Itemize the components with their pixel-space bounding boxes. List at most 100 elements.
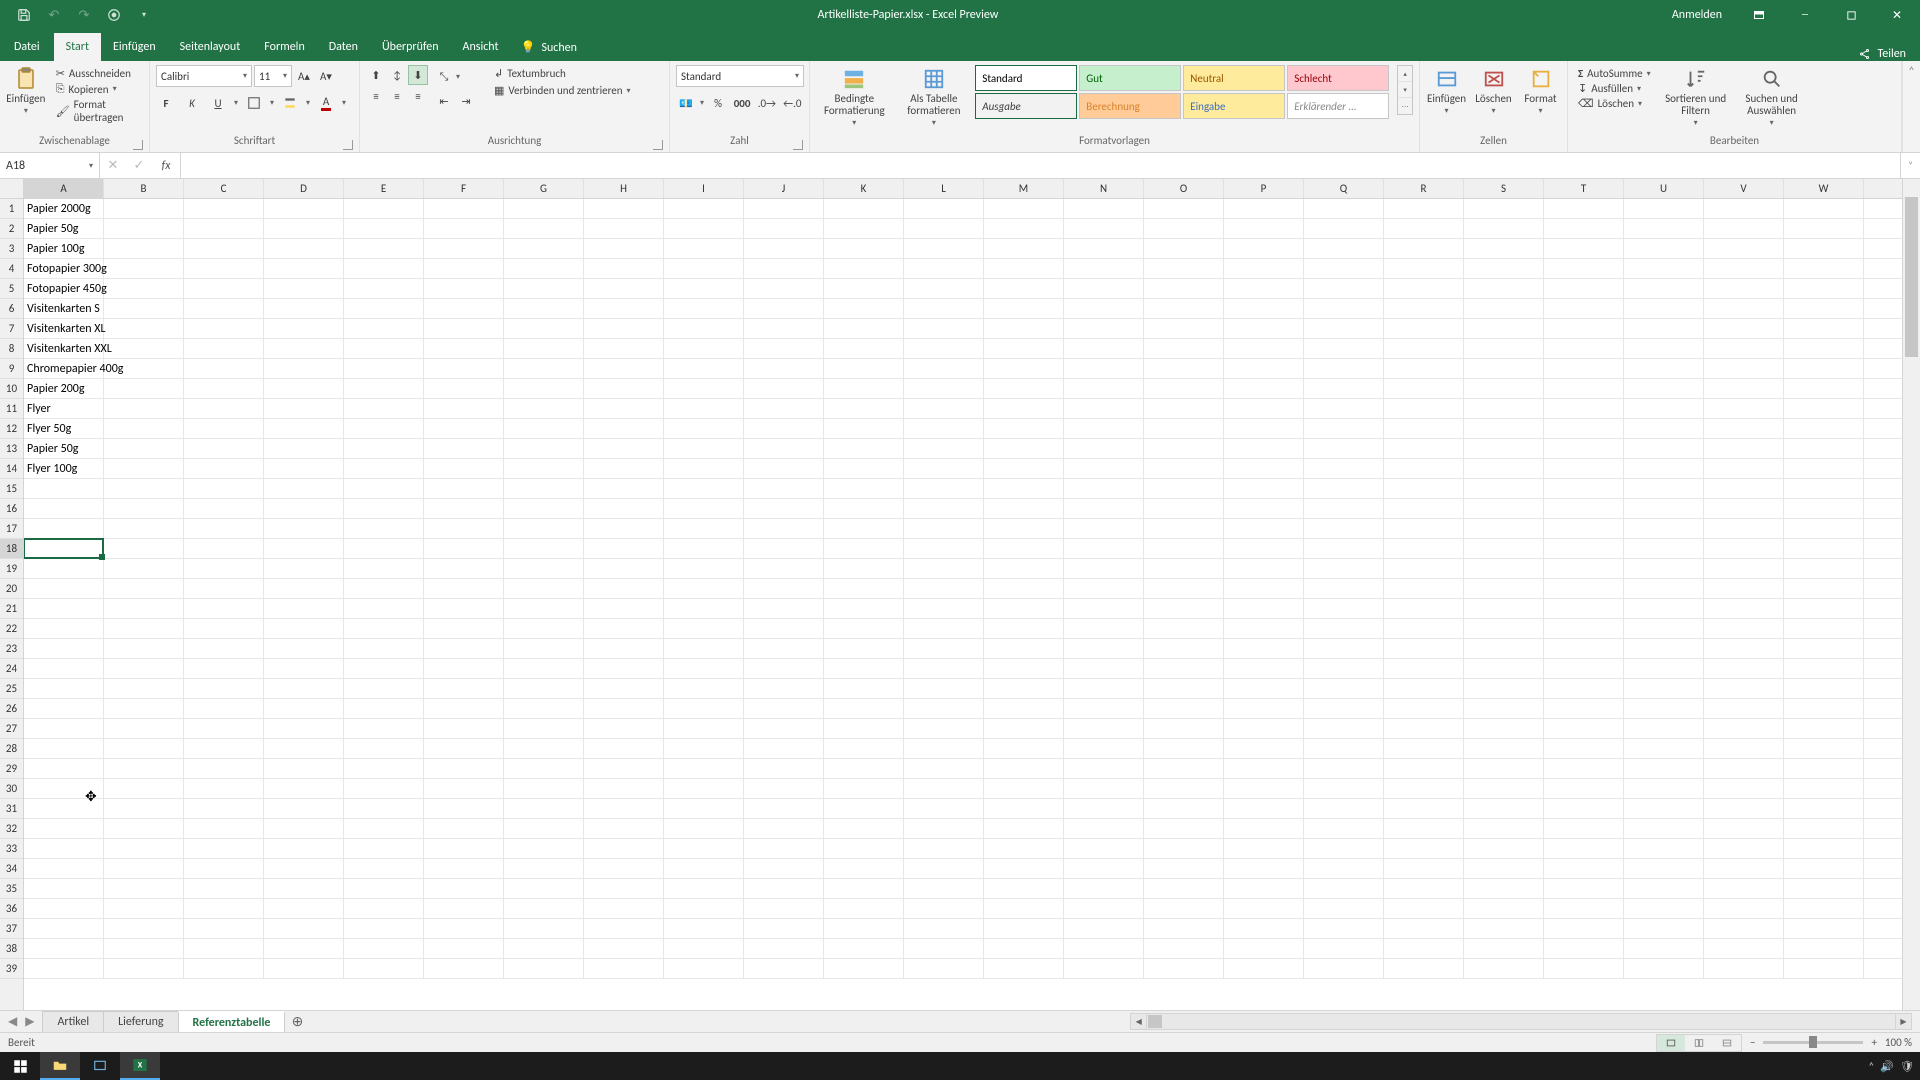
cell[interactable] (824, 559, 904, 578)
cell[interactable] (1624, 399, 1704, 418)
cell[interactable] (24, 599, 104, 618)
minimize-button[interactable]: ─ (1782, 0, 1828, 30)
cell[interactable] (1624, 959, 1704, 978)
column-header[interactable]: W (1784, 179, 1864, 198)
cell[interactable] (584, 539, 664, 558)
cell[interactable] (24, 539, 104, 558)
cell[interactable] (744, 699, 824, 718)
cell[interactable] (1224, 239, 1304, 258)
cell[interactable] (1144, 439, 1224, 458)
cell[interactable] (1544, 359, 1624, 378)
cell[interactable] (184, 799, 264, 818)
cell[interactable] (1624, 359, 1704, 378)
row-header[interactable]: 2 (0, 219, 23, 239)
cell[interactable] (1064, 239, 1144, 258)
cell[interactable] (1464, 739, 1544, 758)
cell[interactable] (1464, 279, 1544, 298)
cell[interactable] (1704, 519, 1784, 538)
cell[interactable] (1704, 299, 1784, 318)
cell[interactable] (104, 359, 184, 378)
cell[interactable] (184, 459, 264, 478)
cell[interactable] (824, 879, 904, 898)
table-row[interactable]: Visitenkarten XXL (24, 339, 1902, 359)
cell[interactable] (1224, 659, 1304, 678)
row-header[interactable]: 21 (0, 599, 23, 619)
cell[interactable] (1064, 399, 1144, 418)
cell[interactable] (184, 239, 264, 258)
cell[interactable] (264, 759, 344, 778)
cell[interactable] (344, 279, 424, 298)
cell[interactable] (584, 519, 664, 538)
cell[interactable] (824, 319, 904, 338)
cell[interactable] (424, 219, 504, 238)
row-header[interactable]: 8 (0, 339, 23, 359)
cell[interactable] (984, 379, 1064, 398)
cell[interactable] (1624, 659, 1704, 678)
cell[interactable] (1064, 259, 1144, 278)
cell[interactable] (1624, 279, 1704, 298)
cell[interactable] (1784, 839, 1864, 858)
cell[interactable] (1224, 779, 1304, 798)
column-header[interactable]: B (104, 179, 184, 198)
column-header[interactable]: I (664, 179, 744, 198)
cell[interactable] (904, 759, 984, 778)
cell[interactable] (584, 639, 664, 658)
qat-customize-icon[interactable]: ▾ (130, 2, 158, 28)
cell[interactable] (984, 879, 1064, 898)
cell[interactable] (264, 219, 344, 238)
cell[interactable] (1704, 899, 1784, 918)
cell[interactable] (424, 919, 504, 938)
cell[interactable] (1064, 759, 1144, 778)
cell[interactable] (1704, 919, 1784, 938)
cell[interactable] (184, 739, 264, 758)
cell[interactable] (584, 359, 664, 378)
cell[interactable] (1464, 499, 1544, 518)
cell[interactable] (1384, 619, 1464, 638)
column-header[interactable]: T (1544, 179, 1624, 198)
column-header[interactable]: E (344, 179, 424, 198)
cell[interactable] (904, 559, 984, 578)
cell[interactable] (184, 199, 264, 218)
sort-filter-button[interactable]: Sortieren und Filtern▾ (1661, 65, 1731, 128)
cell[interactable] (264, 599, 344, 618)
font-size-combo[interactable]: 11▾ (254, 65, 292, 87)
cell[interactable] (184, 619, 264, 638)
cell[interactable] (1144, 879, 1224, 898)
align-right-button[interactable]: ≡ (408, 86, 428, 106)
cell[interactable] (504, 699, 584, 718)
row-header[interactable]: 17 (0, 519, 23, 539)
cell[interactable] (24, 859, 104, 878)
cell[interactable] (584, 959, 664, 978)
cell[interactable] (1544, 199, 1624, 218)
cell[interactable] (664, 519, 744, 538)
cell[interactable] (1064, 719, 1144, 738)
cell[interactable] (1544, 519, 1624, 538)
cell[interactable] (1304, 399, 1384, 418)
cell[interactable] (504, 899, 584, 918)
cell[interactable] (824, 299, 904, 318)
cell[interactable] (1624, 919, 1704, 938)
cell[interactable] (1464, 639, 1544, 658)
cell[interactable] (1784, 319, 1864, 338)
cell[interactable] (1784, 879, 1864, 898)
cell[interactable] (1384, 359, 1464, 378)
cell[interactable] (1064, 499, 1144, 518)
cell[interactable] (104, 779, 184, 798)
cell[interactable] (1784, 579, 1864, 598)
cell[interactable] (1304, 259, 1384, 278)
cell[interactable] (1624, 619, 1704, 638)
cell[interactable] (664, 779, 744, 798)
cell[interactable] (1624, 239, 1704, 258)
cell[interactable] (1304, 919, 1384, 938)
cell[interactable] (104, 339, 184, 358)
percent-button[interactable]: % (708, 93, 728, 113)
cell[interactable] (1704, 319, 1784, 338)
cell[interactable] (1544, 639, 1624, 658)
table-row[interactable] (24, 619, 1902, 639)
cell[interactable] (424, 379, 504, 398)
cell[interactable] (1384, 579, 1464, 598)
cell[interactable] (1064, 899, 1144, 918)
find-select-button[interactable]: Suchen und Auswählen▾ (1737, 65, 1807, 128)
cell[interactable] (904, 719, 984, 738)
cell[interactable] (1064, 659, 1144, 678)
